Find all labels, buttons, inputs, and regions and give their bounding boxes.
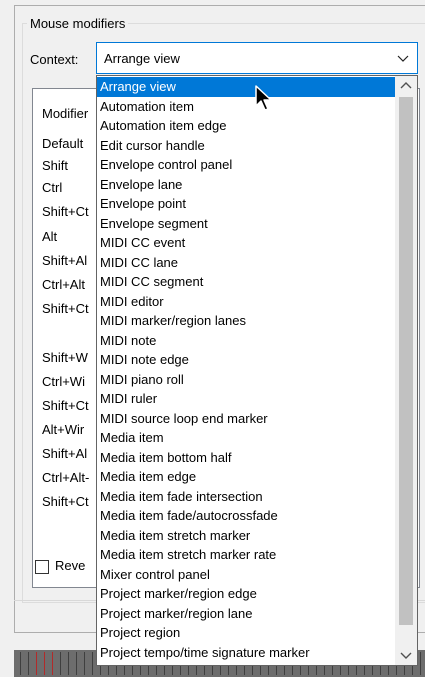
dropdown-item[interactable]: MIDI note: [97, 331, 395, 351]
modifier-row[interactable]: Alt+Wir: [42, 422, 84, 437]
dropdown-item[interactable]: Media item fade/autocrossfade: [97, 506, 395, 526]
ruler-tick: [52, 652, 53, 675]
dropdown-item[interactable]: Envelope lane: [97, 175, 395, 195]
reverse-checkbox[interactable]: [35, 560, 49, 574]
modifier-row[interactable]: Ctrl: [42, 180, 62, 195]
dropdown-item[interactable]: Media item bottom half: [97, 448, 395, 468]
modifier-row[interactable]: Shift+Ct: [42, 301, 89, 316]
dropdown-item[interactable]: MIDI source loop end marker: [97, 409, 395, 429]
ruler-tick: [28, 652, 29, 675]
dropdown-item[interactable]: MIDI note edge: [97, 350, 395, 370]
ruler-tick: [92, 652, 93, 675]
dropdown-item[interactable]: Media item stretch marker rate: [97, 545, 395, 565]
ruler-tick: [68, 652, 69, 675]
context-combobox-value: Arrange view: [104, 51, 180, 66]
mouse-modifiers-dialog: Mouse modifiers Context: Modifier Defaul…: [0, 0, 425, 677]
modifier-row[interactable]: Shift: [42, 158, 68, 173]
mouse-pointer-icon: [255, 85, 272, 111]
modifier-row[interactable]: Alt: [42, 229, 57, 244]
ruler-tick: [60, 652, 61, 675]
dropdown-item[interactable]: Mixer control panel: [97, 565, 395, 585]
modifier-row[interactable]: Shift+Al: [42, 253, 87, 268]
ruler-tick: [76, 652, 77, 675]
dropdown-item[interactable]: Project marker/region lane: [97, 604, 395, 624]
group-title: Mouse modifiers: [27, 16, 129, 31]
ruler-tick: [420, 652, 421, 675]
dropdown-item[interactable]: MIDI editor: [97, 292, 395, 312]
dropdown-item[interactable]: MIDI CC event: [97, 233, 395, 253]
dropdown-item[interactable]: Project tempo/time signature marker: [97, 643, 395, 663]
modifier-column-header[interactable]: Modifier: [42, 106, 88, 121]
dropdown-scrollbar[interactable]: [395, 76, 417, 665]
dropdown-item[interactable]: MIDI CC lane: [97, 253, 395, 273]
modifier-row[interactable]: Default: [42, 136, 83, 151]
dropdown-item[interactable]: Project region: [97, 623, 395, 643]
modifier-row[interactable]: Shift+Al: [42, 446, 87, 461]
dropdown-item[interactable]: MIDI CC segment: [97, 272, 395, 292]
modifier-row[interactable]: Ctrl+Alt: [42, 277, 85, 292]
modifier-row[interactable]: Shift+Ct: [42, 204, 89, 219]
dropdown-item[interactable]: MIDI ruler: [97, 389, 395, 409]
ruler-tick: [36, 652, 37, 675]
chevron-down-icon: [397, 55, 409, 62]
ruler-tick: [44, 652, 45, 675]
ruler-tick: [84, 652, 85, 675]
dropdown-item[interactable]: MIDI marker/region lanes: [97, 311, 395, 331]
scroll-down-arrow-icon[interactable]: [395, 645, 417, 665]
dropdown-item[interactable]: Envelope segment: [97, 214, 395, 234]
dropdown-item[interactable]: Automation item edge: [97, 116, 395, 136]
dropdown-item[interactable]: MIDI piano roll: [97, 370, 395, 390]
dropdown-item[interactable]: Automation item: [97, 97, 395, 117]
modifier-row[interactable]: Ctrl+Wi: [42, 374, 85, 389]
dropdown-item[interactable]: Media item: [97, 428, 395, 448]
modifier-row[interactable]: Shift+Ct: [42, 494, 89, 509]
dropdown-item[interactable]: Media item edge: [97, 467, 395, 487]
reverse-label: Reve: [55, 558, 86, 573]
modifier-row[interactable]: Ctrl+Alt-: [42, 470, 89, 485]
modifier-row[interactable]: Shift+W: [42, 350, 88, 365]
dropdown-item[interactable]: Envelope point: [97, 194, 395, 214]
dropdown-items: Arrange view Automation item Automation it…: [97, 76, 395, 665]
dropdown-item[interactable]: Envelope control panel: [97, 155, 395, 175]
context-label: Context:: [30, 52, 79, 67]
ruler-tick: [20, 652, 21, 675]
scroll-up-arrow-icon[interactable]: [395, 76, 417, 96]
dropdown-item[interactable]: Media item fade intersection: [97, 487, 395, 507]
scroll-thumb[interactable]: [399, 97, 413, 625]
context-combobox[interactable]: Arrange view: [96, 42, 418, 74]
dropdown-item[interactable]: Media item stretch marker: [97, 526, 395, 546]
dropdown-item[interactable]: Project marker/region edge: [97, 584, 395, 604]
context-dropdown-list[interactable]: Arrange view Automation item Automation it…: [96, 75, 418, 666]
modifier-row[interactable]: Shift+Ct: [42, 398, 89, 413]
dropdown-item[interactable]: Edit cursor handle: [97, 136, 395, 156]
dropdown-item[interactable]: Arrange view: [97, 77, 395, 97]
